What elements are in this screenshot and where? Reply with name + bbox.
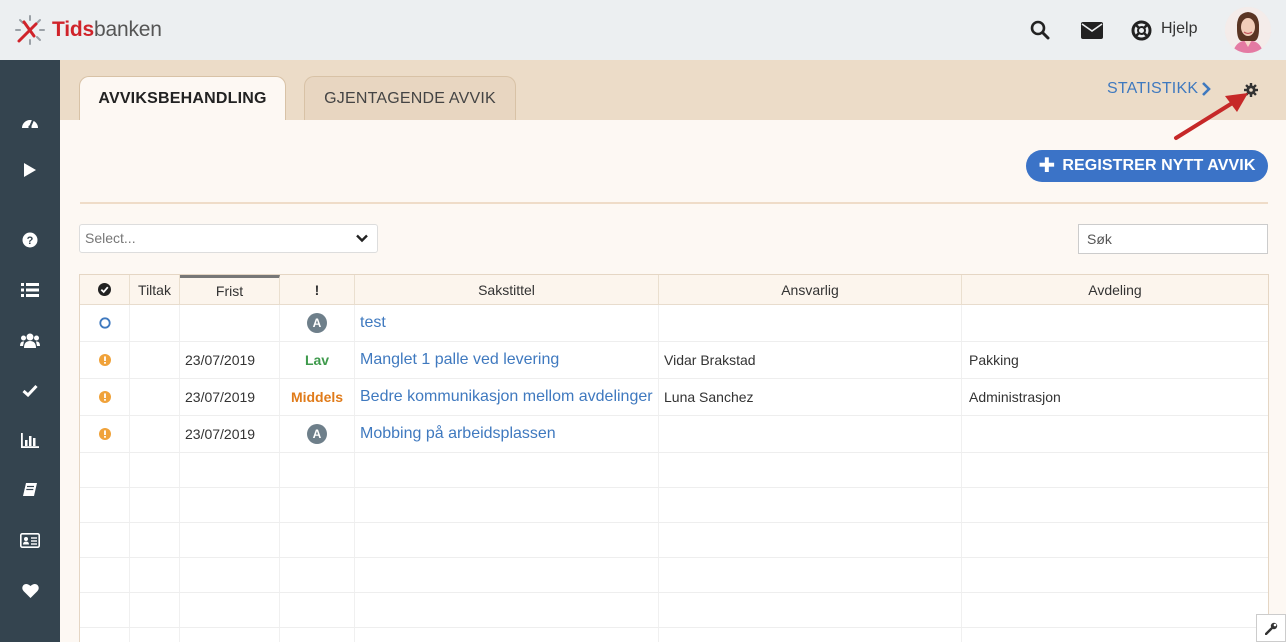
table-row[interactable]: A test — [80, 305, 1268, 342]
sidebar: ? — [0, 60, 60, 642]
exclamation-circle-icon — [98, 354, 111, 366]
status-cell — [80, 379, 130, 415]
list-icon[interactable] — [18, 278, 42, 302]
ansvarlig-cell: Luna Sanchez — [659, 379, 962, 415]
exclamation-circle-icon — [98, 428, 111, 440]
clock-logo-icon — [15, 15, 45, 45]
ansvarlig-cell: Vidar Brakstad — [659, 342, 962, 378]
play-icon[interactable] — [18, 158, 42, 182]
top-bar: Tidsbanken Hjelp — [0, 0, 1286, 60]
priority-badge: A — [307, 313, 327, 333]
case-title-link[interactable]: Mobbing på arbeidsplassen — [360, 425, 556, 443]
logo-text: Tidsbanken — [52, 18, 162, 41]
check-circle-icon — [98, 283, 111, 296]
tab-avviksbehandling[interactable]: AVVIKSBEHANDLING — [79, 76, 286, 120]
priority-cell: A — [280, 305, 355, 341]
tiltak-cell — [130, 416, 180, 452]
check-icon[interactable] — [18, 378, 42, 402]
avatar[interactable] — [1225, 7, 1271, 53]
column-header-priority[interactable]: ! — [280, 275, 355, 304]
sakstittel-cell: test — [355, 305, 659, 341]
filter-select[interactable]: Select... — [79, 224, 378, 253]
priority-label: Middels — [290, 389, 344, 405]
heart-icon[interactable] — [18, 578, 42, 602]
tab-gjentagende-avvik[interactable]: GJENTAGENDE AVVIK — [304, 76, 516, 120]
sakstittel-cell: Mobbing på arbeidsplassen — [355, 416, 659, 452]
question-icon[interactable]: ? — [18, 228, 42, 252]
priority-badge: A — [307, 424, 327, 444]
tiltak-cell — [130, 379, 180, 415]
priority-cell: A — [280, 416, 355, 452]
column-header-status[interactable] — [80, 275, 130, 304]
empty-row — [80, 628, 1268, 642]
open-circle-icon — [98, 317, 111, 329]
empty-row — [80, 488, 1268, 523]
column-header-ansvarlig[interactable]: Ansvarlig — [659, 275, 962, 304]
annotation-arrow-icon — [1174, 93, 1248, 140]
frist-cell — [180, 305, 280, 341]
ansvarlig-cell — [659, 305, 962, 341]
empty-row — [80, 558, 1268, 593]
frist-cell: 23/07/2019 — [180, 379, 280, 415]
plus-icon: ✚ — [1038, 155, 1056, 177]
column-header-tiltak[interactable]: Tiltak — [130, 275, 180, 304]
priority-cell: Middels — [280, 379, 355, 415]
avdeling-cell: Pakking — [969, 352, 1019, 368]
status-cell — [80, 342, 130, 378]
status-cell — [80, 305, 130, 341]
register-new-avvik-button[interactable]: ✚ REGISTRER NYTT AVVIK — [1026, 150, 1268, 182]
tab-band: AVVIKSBEHANDLING GJENTAGENDE AVVIK — [60, 60, 1286, 120]
status-cell — [80, 416, 130, 452]
wrench-icon[interactable] — [1256, 614, 1286, 642]
tiltak-cell — [130, 342, 180, 378]
chevron-down-icon — [356, 234, 368, 243]
avvik-table: Tiltak Frist ! Sakstittel Ansvarlig Avde… — [79, 274, 1269, 642]
table-header: Tiltak Frist ! Sakstittel Ansvarlig Avde… — [80, 275, 1268, 305]
case-title-link[interactable]: Bedre kommunikasjon mellom avdelinger — [360, 388, 653, 406]
table-row[interactable]: 23/07/2019 Lav Manglet 1 palle ved lever… — [80, 342, 1268, 379]
empty-row — [80, 593, 1268, 628]
case-title-link[interactable]: Manglet 1 palle ved levering — [360, 351, 559, 369]
tiltak-cell — [130, 305, 180, 341]
search-input[interactable] — [1078, 224, 1268, 254]
table-row[interactable]: 23/07/2019 A Mobbing på arbeidsplassen — [80, 416, 1268, 453]
sakstittel-cell: Bedre kommunikasjon mellom avdelinger — [355, 379, 659, 415]
column-header-frist[interactable]: Frist — [180, 275, 280, 304]
select-placeholder: Select... — [85, 230, 136, 246]
empty-row — [80, 523, 1268, 558]
dashboard-icon[interactable] — [18, 110, 42, 134]
tidsbanken-logo[interactable]: Tidsbanken — [14, 14, 162, 46]
sakstittel-cell: Manglet 1 palle ved levering — [355, 342, 659, 378]
register-button-label: REGISTRER NYTT AVVIK — [1062, 157, 1256, 174]
avdeling-cell — [962, 416, 1268, 452]
help-label[interactable]: Hjelp — [1161, 20, 1197, 38]
envelope-icon[interactable] — [1080, 18, 1104, 42]
id-card-icon[interactable] — [18, 528, 42, 552]
priority-cell: Lav — [280, 342, 355, 378]
priority-label: Lav — [304, 352, 330, 368]
avdeling-cell — [962, 305, 1268, 341]
book-icon[interactable] — [18, 478, 42, 502]
frist-cell: 23/07/2019 — [180, 416, 280, 452]
frist-cell: 23/07/2019 — [180, 342, 280, 378]
lifebuoy-icon[interactable] — [1129, 18, 1153, 42]
empty-row — [80, 453, 1268, 488]
exclamation-circle-icon — [98, 391, 111, 403]
svg-text:?: ? — [27, 235, 34, 247]
column-header-sakstittel[interactable]: Sakstittel — [355, 275, 659, 304]
divider — [80, 202, 1268, 204]
bar-chart-icon[interactable] — [18, 428, 42, 452]
users-icon[interactable] — [18, 328, 42, 352]
ansvarlig-cell — [659, 416, 962, 452]
avdeling-cell: Administrasjon — [969, 389, 1061, 405]
table-row[interactable]: 23/07/2019 Middels Bedre kommunikasjon m… — [80, 379, 1268, 416]
case-title-link[interactable]: test — [360, 314, 386, 332]
column-header-avdeling[interactable]: Avdeling — [962, 275, 1268, 304]
search-icon[interactable] — [1028, 18, 1052, 42]
